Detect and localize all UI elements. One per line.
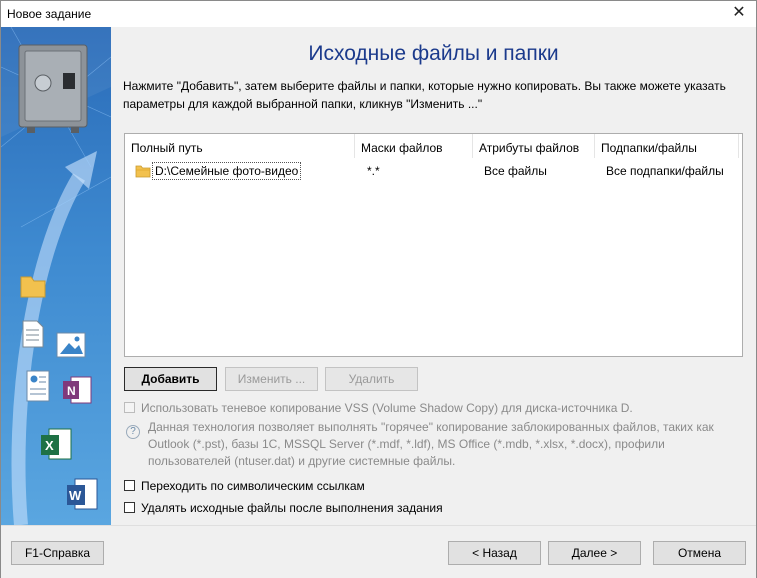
- row-attributes: Все файлы: [484, 164, 547, 178]
- delete-source-checkbox[interactable]: [124, 502, 135, 513]
- next-button[interactable]: Далее >: [548, 541, 641, 565]
- edit-button[interactable]: Изменить ...: [225, 367, 318, 391]
- cancel-button[interactable]: Отмена: [653, 541, 746, 565]
- window-title: Новое задание: [7, 7, 92, 21]
- title-bar: Новое задание ✕: [1, 1, 756, 27]
- source-list[interactable]: Полный путь Маски файлов Атрибуты файлов…: [124, 133, 743, 357]
- list-header: Полный путь Маски файлов Атрибуты файлов…: [125, 134, 742, 158]
- table-row[interactable]: D:\Семейные фото-видео *.* Все файлы Все…: [125, 160, 742, 182]
- svg-text:N: N: [67, 384, 76, 398]
- side-illustration-panel: N X W: [1, 27, 111, 525]
- contact-icon: [26, 370, 50, 402]
- row-path: D:\Семейные фото-видео: [152, 162, 302, 180]
- follow-symlinks-label: Переходить по символическим ссылкам: [141, 479, 365, 493]
- delete-button[interactable]: Удалить: [325, 367, 418, 391]
- safe-icon: [18, 44, 88, 133]
- svg-text:X: X: [45, 438, 54, 453]
- dialog-footer: F1-Справка < Назад Далее > Отмена: [1, 525, 756, 578]
- column-header-masks[interactable]: Маски файлов: [355, 134, 473, 158]
- folder-icon: [135, 165, 151, 178]
- onenote-icon: N: [63, 376, 92, 404]
- image-icon: [56, 332, 86, 358]
- row-subfolders: Все подпапки/файлы: [606, 164, 724, 178]
- vss-checkbox[interactable]: [124, 402, 135, 413]
- row-masks: *.*: [367, 164, 380, 178]
- back-button[interactable]: < Назад: [448, 541, 541, 565]
- new-task-dialog: Новое задание ✕ N X W Исходные файлы и п…: [0, 0, 757, 578]
- document-icon: [22, 320, 44, 348]
- help-icon: ?: [126, 425, 140, 439]
- wizard-content: Исходные файлы и папки Нажмите "Добавить…: [111, 27, 756, 525]
- excel-icon: X: [41, 428, 72, 460]
- delete-source-label: Удалять исходные файлы после выполнения …: [141, 501, 443, 515]
- svg-text:W: W: [69, 488, 82, 503]
- vss-info-text: Данная технология позволяет выполнять "г…: [148, 420, 714, 468]
- add-button[interactable]: Добавить: [124, 367, 217, 391]
- page-title: Исходные файлы и папки: [308, 42, 559, 65]
- column-header-subfolders[interactable]: Подпапки/файлы: [595, 134, 739, 158]
- help-button[interactable]: F1-Справка: [11, 541, 104, 565]
- word-icon: W: [67, 478, 98, 510]
- column-header-path[interactable]: Полный путь: [125, 134, 355, 158]
- vss-label: Использовать теневое копирование VSS (Vo…: [141, 401, 633, 415]
- column-header-attributes[interactable]: Атрибуты файлов: [473, 134, 595, 158]
- follow-symlinks-checkbox[interactable]: [124, 480, 135, 491]
- side-illustration: N X W: [1, 27, 111, 525]
- instructions-text: Нажмите "Добавить", затем выберите файлы…: [123, 79, 726, 111]
- close-icon[interactable]: ✕: [730, 4, 748, 22]
